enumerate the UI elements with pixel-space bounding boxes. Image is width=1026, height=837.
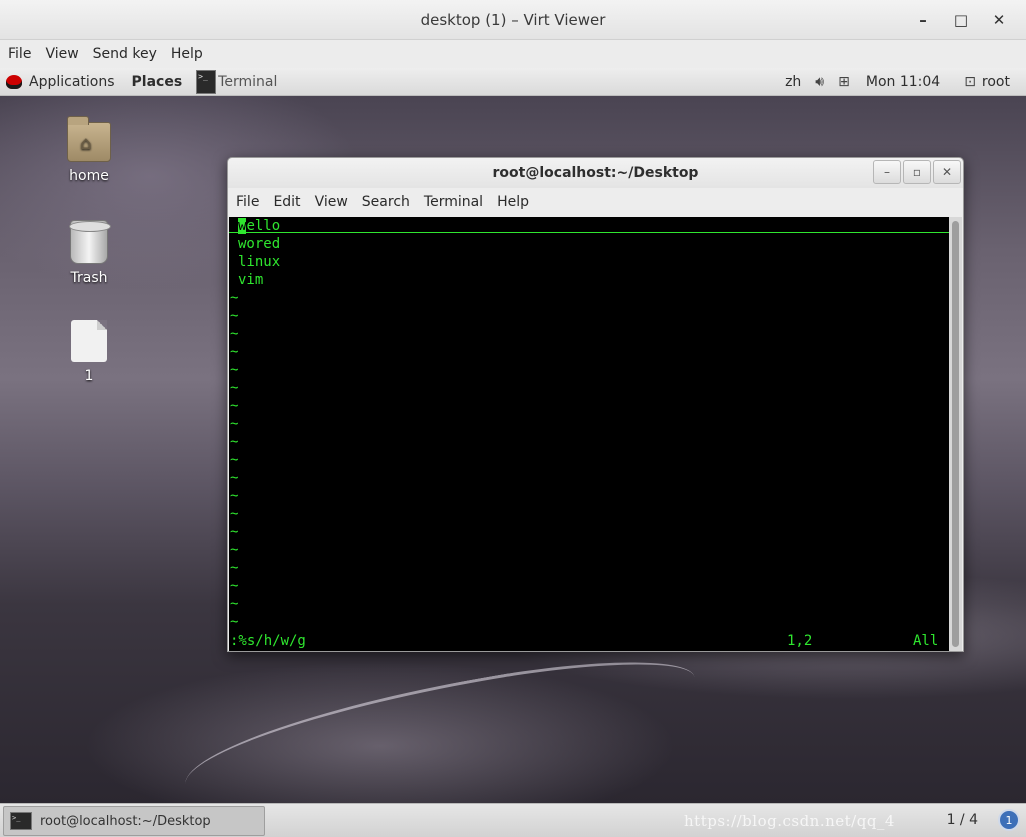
input-language[interactable]: zh [785, 74, 801, 90]
vim-tilde: ~ [230, 542, 239, 558]
terminal-icon: >_ [196, 69, 217, 94]
applications-label: Applications [29, 73, 115, 90]
top-task-terminal[interactable]: >_ Terminal [196, 68, 277, 96]
viewer-menu-send-key[interactable]: Send key [87, 46, 163, 62]
network-icon[interactable]: ⊞ [838, 74, 850, 90]
desktop-icon-trash[interactable]: Trash [44, 220, 134, 286]
terminal-screen[interactable]: wello wored linux vim ~ ~ ~ ~ ~ ~ ~ ~ ~ ~ ~ ~ ~ ~ ~ ~ ~ ~… [229, 217, 950, 651]
viewer-window-buttons: – □ ✕ [906, 0, 1016, 40]
desktop-icon-home-label: home [69, 168, 109, 184]
taskbar-terminal-icon: >_ [10, 812, 32, 830]
user-name: root [981, 74, 1010, 90]
vim-tilde: ~ [230, 524, 239, 540]
viewer-menu-view[interactable]: View [39, 46, 84, 62]
vim-tilde: ~ [230, 452, 239, 468]
vim-cursor-position: 1,2 [787, 633, 813, 649]
viewer-menubar: File View Send key Help [0, 40, 1026, 68]
desktop-icon-trash-label: Trash [70, 270, 108, 286]
vim-tilde: ~ [230, 488, 239, 504]
applications-menu[interactable]: Applications [0, 68, 115, 96]
vim-tilde: ~ [230, 578, 239, 594]
terminal-maximize-button[interactable]: ▫ [903, 160, 931, 184]
terminal-titlebar[interactable]: root@localhost:~/Desktop – ▫ ✕ [228, 158, 963, 188]
terminal-scrollbar-thumb[interactable] [952, 221, 959, 647]
vim-tilde: ~ [230, 506, 239, 522]
redhat-icon [6, 74, 22, 89]
viewer-menu-help[interactable]: Help [165, 46, 209, 62]
clock[interactable]: Mon 11:04 [866, 74, 940, 90]
minimize-button[interactable]: – [906, 5, 940, 35]
user-menu[interactable]: ⊡ root [964, 74, 1010, 90]
vim-tilde: ~ [230, 416, 239, 432]
guest-desktop[interactable]: Applications Places >_ Terminal zh 🔊︎ ⊞ … [0, 68, 1026, 837]
vim-tilde: ~ [230, 398, 239, 414]
vim-line-2: wored [238, 236, 281, 252]
vim-tilde: ~ [230, 326, 239, 342]
terminal-close-button[interactable]: ✕ [933, 160, 961, 184]
viewer-menu-file[interactable]: File [2, 46, 37, 62]
vim-tilde: ~ [230, 290, 239, 306]
workspace-indicator[interactable]: 1 / 4 [947, 812, 978, 828]
terminal-minimize-button[interactable]: – [873, 160, 901, 184]
vim-command-line: :%s/h/w/g [230, 633, 306, 649]
terminal-window-buttons: – ▫ ✕ [873, 160, 961, 184]
trash-icon [69, 220, 111, 264]
terminal-menu-help[interactable]: Help [491, 194, 535, 210]
desktop-icon-home[interactable]: ⌂ home [44, 116, 134, 184]
vim-tilde: ~ [230, 614, 239, 630]
viewer-titlebar: desktop (1) – Virt Viewer – □ ✕ [0, 0, 1026, 40]
taskbar-terminal-label: root@localhost:~/Desktop [40, 813, 211, 829]
vim-tilde: ~ [230, 434, 239, 450]
terminal-scrollbar[interactable] [949, 217, 962, 651]
taskbar-terminal-button[interactable]: >_ root@localhost:~/Desktop [3, 806, 265, 836]
watermark-text: https://blog.csdn.net/qq_4 [684, 812, 895, 830]
maximize-button[interactable]: □ [944, 5, 978, 35]
vim-tilde: ~ [230, 560, 239, 576]
notification-badge[interactable]: 1 [998, 809, 1020, 831]
vim-line-3: linux [238, 254, 281, 270]
close-button[interactable]: ✕ [982, 5, 1016, 35]
vim-tilde: ~ [230, 308, 239, 324]
terminal-menu-file[interactable]: File [230, 194, 265, 210]
terminal-menubar: File Edit View Search Terminal Help [228, 188, 963, 216]
terminal-menu-terminal[interactable]: Terminal [418, 194, 489, 210]
terminal-menu-search[interactable]: Search [356, 194, 416, 210]
vim-tilde: ~ [230, 344, 239, 360]
volume-icon[interactable]: 🔊︎ [815, 74, 824, 90]
desktop-icon-file-label: 1 [84, 368, 94, 384]
desktop-icon-file[interactable]: 1 [44, 320, 134, 384]
vim-scroll-indicator: All [913, 633, 939, 649]
wallpaper-wave [176, 641, 704, 821]
vim-line-4: vim [238, 272, 264, 288]
viewer-title: desktop (1) – Virt Viewer [420, 10, 606, 29]
terminal-menu-view[interactable]: View [309, 194, 354, 210]
vim-tilde: ~ [230, 596, 239, 612]
terminal-menu-edit[interactable]: Edit [267, 194, 306, 210]
terminal-title: root@localhost:~/Desktop [492, 165, 699, 181]
gnome-bottom-panel: >_ root@localhost:~/Desktop https://blog… [0, 803, 1026, 837]
vim-tilde: ~ [230, 470, 239, 486]
places-menu[interactable]: Places [132, 74, 183, 90]
vim-tilde: ~ [230, 362, 239, 378]
file-icon [71, 320, 107, 362]
vim-tilde: ~ [230, 380, 239, 396]
terminal-window[interactable]: root@localhost:~/Desktop – ▫ ✕ File Edit… [227, 157, 964, 652]
vim-cursorline [229, 232, 950, 233]
user-icon: ⊡ [964, 74, 976, 90]
system-tray: zh 🔊︎ ⊞ Mon 11:04 ⊡ root [785, 68, 1026, 96]
home-folder-icon: ⌂ [67, 116, 111, 162]
top-task-terminal-label: Terminal [218, 73, 278, 90]
gnome-top-panel: Applications Places >_ Terminal zh 🔊︎ ⊞ … [0, 68, 1026, 96]
